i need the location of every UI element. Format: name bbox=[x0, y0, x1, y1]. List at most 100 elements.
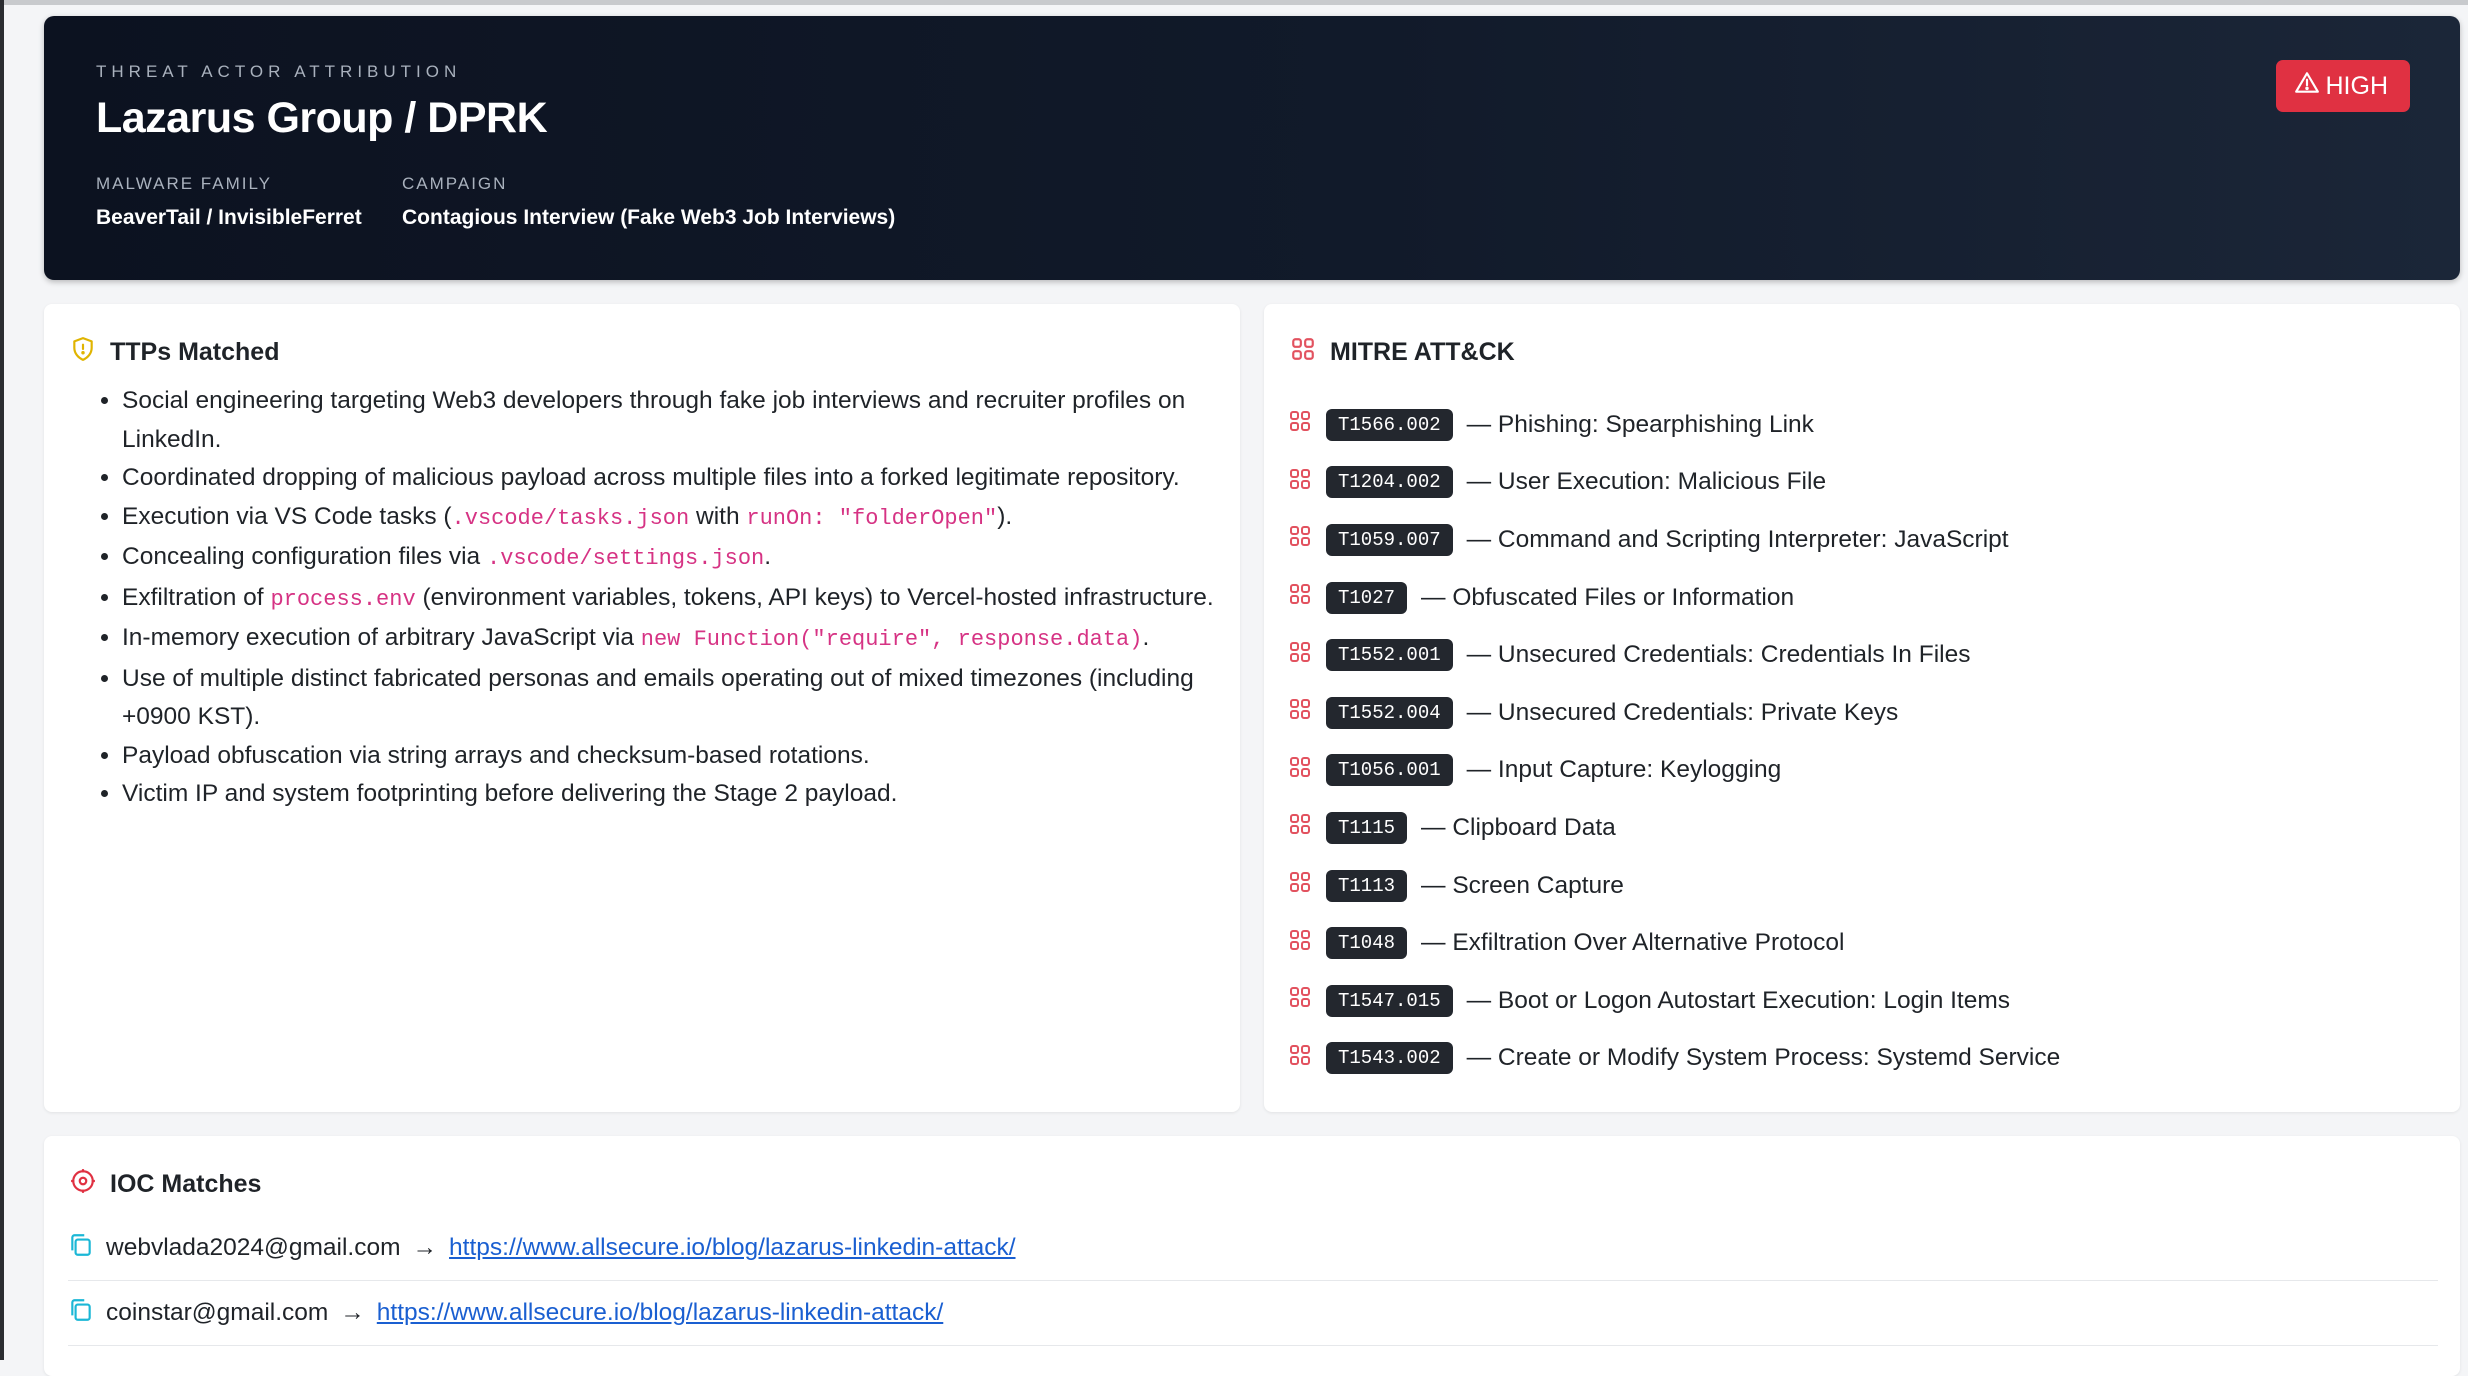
technique-id-badge: T1547.015 bbox=[1326, 984, 1453, 1017]
technique-id-badge: T1566.002 bbox=[1326, 408, 1453, 441]
mitre-technique-row: T1027 — Obfuscated Files or Information bbox=[1288, 569, 2438, 627]
copy-icon[interactable] bbox=[68, 1297, 94, 1330]
grid-icon bbox=[1290, 336, 1316, 369]
ttp-text: ). bbox=[997, 502, 1013, 530]
technique-name: — Exfiltration Over Alternative Protocol bbox=[1421, 929, 1845, 957]
technique-id-badge: T1204.002 bbox=[1326, 466, 1453, 499]
ioc-title-text: IOC Matches bbox=[110, 1170, 262, 1198]
technique-name: — Unsecured Credentials: Credentials In … bbox=[1466, 641, 1971, 669]
ttp-item: Victim IP and system footprinting before… bbox=[122, 775, 1222, 814]
ioc-match-list: webvlada2024@gmail.com → https://www.allse… bbox=[68, 1216, 2438, 1346]
copy-icon[interactable] bbox=[68, 1232, 94, 1265]
ttp-text: (environment variables, tokens, API keys… bbox=[415, 583, 1214, 611]
grid-icon bbox=[1288, 640, 1312, 671]
ioc-source-link[interactable]: https://www.allsecure.io/blog/lazarus-li… bbox=[377, 1299, 943, 1327]
ttp-item: Payload obfuscation via string arrays an… bbox=[122, 737, 1222, 776]
severity-label: HIGH bbox=[2325, 71, 2389, 100]
technique-name: — Phishing: Spearphishing Link bbox=[1466, 410, 1814, 438]
ttp-text: . bbox=[764, 543, 772, 570]
ttp-list: Social engineering targeting Web3 develo… bbox=[96, 382, 1222, 814]
ttps-title-text: TTPs Matched bbox=[110, 338, 280, 366]
ioc-source-link[interactable]: https://www.allsecure.io/blog/lazarus-li… bbox=[449, 1234, 1015, 1262]
ioc-card-title: IOC Matches bbox=[70, 1168, 261, 1201]
ttp-code-snippet: .vscode/settings.json bbox=[487, 546, 765, 571]
shield-alert-icon bbox=[70, 336, 96, 369]
ttp-item: Social engineering targeting Web3 develo… bbox=[122, 382, 1222, 459]
threat-actor-title: Lazarus Group / DPRK bbox=[96, 94, 548, 142]
grid-icon bbox=[1288, 755, 1312, 786]
warning-triangle-icon bbox=[2294, 70, 2320, 103]
campaign-value: Contagious Interview (Fake Web3 Job Inte… bbox=[402, 206, 896, 229]
grid-icon bbox=[1288, 870, 1312, 901]
mitre-card-title: MITRE ATT&CK bbox=[1290, 336, 1515, 369]
ioc-row: webvlada2024@gmail.com → https://www.allse… bbox=[68, 1216, 2438, 1281]
grid-icon bbox=[1288, 928, 1312, 959]
window-top-border bbox=[0, 0, 2468, 5]
ttp-text: Victim IP and system footprinting before… bbox=[122, 780, 898, 807]
ioc-row: coinstar@gmail.com → https://www.allsecure… bbox=[68, 1281, 2438, 1346]
ttp-code-snippet: new Function("require", response.data) bbox=[640, 627, 1143, 652]
grid-icon bbox=[1288, 467, 1312, 498]
grid-icon bbox=[1288, 409, 1312, 440]
ttp-text: Exfiltration of bbox=[122, 583, 271, 611]
technique-name: — Boot or Logon Autostart Execution: Log… bbox=[1466, 986, 2011, 1014]
technique-name: — Screen Capture bbox=[1421, 871, 1624, 899]
ttps-card: TTPs Matched Social engineering targetin… bbox=[44, 304, 1240, 1112]
mitre-technique-row: T1204.002 — User Execution: Malicious Fil… bbox=[1288, 454, 2438, 512]
ttp-text: Concealing configuration files via bbox=[122, 543, 487, 570]
mitre-technique-row: T1115 — Clipboard Data bbox=[1288, 799, 2438, 857]
ttp-item: In-memory execution of arbitrary JavaScr… bbox=[122, 619, 1222, 660]
technique-id-badge: T1113 bbox=[1326, 869, 1408, 902]
mitre-technique-row: T1048 — Exfiltration Over Alternative Pro… bbox=[1288, 914, 2438, 972]
ttp-text: Execution via VS Code tasks ( bbox=[122, 502, 452, 530]
technique-id-badge: T1543.002 bbox=[1326, 1042, 1453, 1075]
mitre-technique-row: T1547.015 — Boot or Logon Autostart Execu… bbox=[1288, 972, 2438, 1030]
ttp-text: Social engineering targeting Web3 develo… bbox=[122, 387, 1186, 453]
attribution-report: THREAT ACTOR ATTRIBUTION Lazarus Group /… bbox=[44, 16, 2460, 1376]
ttp-text: Use of multiple distinct fabricated pers… bbox=[122, 664, 1194, 731]
technique-name: — Input Capture: Keylogging bbox=[1466, 756, 1782, 784]
mitre-technique-row: T1113 — Screen Capture bbox=[1288, 857, 2438, 915]
grid-icon bbox=[1288, 1043, 1312, 1074]
grid-icon bbox=[1288, 697, 1312, 728]
ttp-item: Use of multiple distinct fabricated pers… bbox=[122, 660, 1222, 737]
ttp-text: Payload obfuscation via string arrays an… bbox=[122, 741, 870, 769]
technique-name: — Clipboard Data bbox=[1421, 813, 1616, 841]
malware-family-value: BeaverTail / InvisibleFerret bbox=[96, 206, 362, 229]
mitre-technique-row: T1552.001 — Unsecured Credentials: Creden… bbox=[1288, 626, 2438, 684]
technique-name: — Create or Modify System Process: Syste… bbox=[1466, 1044, 2061, 1072]
ttp-text: with bbox=[689, 502, 747, 530]
ioc-arrow: → bbox=[412, 1234, 438, 1261]
technique-name: — Obfuscated Files or Information bbox=[1421, 583, 1795, 611]
window-left-border bbox=[0, 0, 4, 1360]
ttp-text: Coordinated dropping of malicious payloa… bbox=[122, 464, 1180, 491]
attribution-header: THREAT ACTOR ATTRIBUTION Lazarus Group /… bbox=[44, 16, 2460, 280]
ttp-item: Coordinated dropping of malicious payloa… bbox=[122, 459, 1222, 498]
ttp-item: Execution via VS Code tasks (.vscode/tas… bbox=[122, 498, 1222, 539]
mitre-technique-row: T1566.002 — Phishing: Spearphishing Link bbox=[1288, 396, 2438, 454]
malware-family-label: MALWARE FAMILY bbox=[96, 174, 272, 193]
grid-icon bbox=[1288, 812, 1312, 843]
mitre-card: MITRE ATT&CK T1566.002 — Phishing: Spearp… bbox=[1264, 304, 2460, 1112]
campaign-label: CAMPAIGN bbox=[402, 174, 508, 193]
severity-badge: HIGH bbox=[2275, 60, 2410, 112]
mitre-technique-row: T1059.007 — Command and Scripting Interpr… bbox=[1288, 511, 2438, 569]
mitre-technique-row: T1056.001 — Input Capture: Keylogging bbox=[1288, 742, 2438, 800]
ioc-indicator: webvlada2024@gmail.com bbox=[106, 1234, 401, 1261]
technique-id-badge: T1056.001 bbox=[1326, 754, 1453, 787]
mitre-technique-list: T1566.002— Phishing: Spearphishing Link T… bbox=[1288, 396, 2438, 1087]
mitre-technique-row: T1552.004 — Unsecured Credentials: Privat… bbox=[1288, 684, 2438, 742]
ttp-text: . bbox=[1142, 624, 1150, 651]
section-eyebrow: THREAT ACTOR ATTRIBUTION bbox=[96, 62, 462, 81]
ttp-item: Exfiltration of process.env (environment… bbox=[122, 579, 1222, 620]
mitre-title-text: MITRE ATT&CK bbox=[1330, 338, 1515, 366]
ttp-item: Concealing configuration files via .vsco… bbox=[122, 538, 1222, 579]
technique-id-badge: T1048 bbox=[1326, 927, 1408, 960]
ttp-text: In-memory execution of arbitrary JavaScr… bbox=[122, 624, 641, 651]
ioc-arrow: → bbox=[340, 1299, 365, 1326]
ttp-code-snippet: runOn: "folderOpen" bbox=[746, 505, 998, 531]
technique-name: — Command and Scripting Interpreter: Jav… bbox=[1466, 525, 2009, 553]
ttp-code-snippet: process.env bbox=[270, 586, 416, 612]
grid-icon bbox=[1288, 985, 1312, 1016]
ioc-indicator: coinstar@gmail.com bbox=[106, 1299, 329, 1326]
